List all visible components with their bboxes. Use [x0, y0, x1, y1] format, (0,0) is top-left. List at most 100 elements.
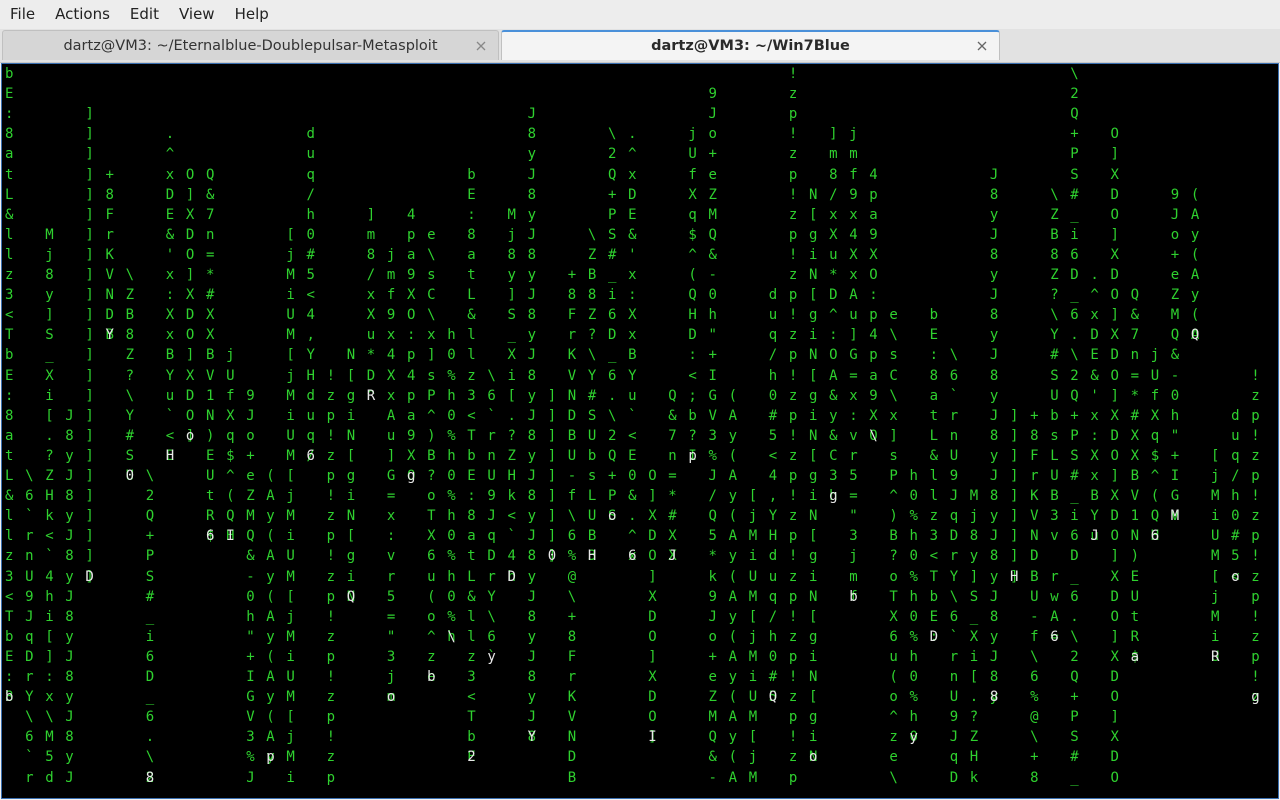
- matrix-glyph: p: [326, 528, 336, 545]
- matrix-glyph: i: [45, 608, 54, 625]
- matrix-glyph: z: [788, 267, 798, 283]
- matrix-glyph: \: [1070, 347, 1079, 364]
- matrix-glyph: O: [1110, 126, 1119, 143]
- matrix-glyph: H: [45, 488, 54, 505]
- matrix-glyph: 3: [386, 648, 396, 665]
- matrix-glyph: Z: [246, 488, 255, 505]
- terminal-view[interactable]: b E:8 a t L & l l z 3 < Tb E:8 a t L & l l z 3 < Tb E:8 b \ 6 ` r n U 9…: [1, 63, 1279, 799]
- matrix-glyph: z: [1251, 387, 1260, 404]
- matrix-glyph: q: [768, 588, 778, 605]
- matrix-glyph: D: [567, 749, 577, 766]
- matrix-glyph: #: [206, 287, 215, 304]
- matrix-glyph: 8: [989, 608, 999, 625]
- matrix-glyph: 8: [989, 669, 999, 685]
- matrix-glyph: e: [889, 307, 898, 324]
- matrix-glyph: X: [869, 407, 878, 424]
- matrix-glyph: A: [728, 407, 738, 424]
- matrix-glyph: 9: [949, 468, 959, 484]
- matrix-glyph: y: [728, 548, 738, 565]
- matrix-glyph: t: [929, 407, 939, 424]
- matrix-glyph: 8: [527, 126, 537, 143]
- matrix-glyph: N: [346, 347, 356, 364]
- matrix-glyph: \: [1050, 186, 1059, 203]
- matrix-glyph: :: [628, 287, 637, 304]
- matrix-glyph: D: [1110, 267, 1119, 283]
- matrix-glyph: V: [567, 709, 577, 726]
- matrix-glyph: :: [45, 669, 54, 685]
- menu-actions[interactable]: Actions: [45, 0, 120, 29]
- matrix-glyph: ]: [547, 488, 557, 505]
- matrix-glyph: `: [628, 407, 637, 424]
- matrix-glyph: j: [286, 367, 295, 384]
- matrix-glyph: p: [869, 347, 878, 364]
- matrix-glyph: [: [346, 447, 356, 464]
- matrix-glyph: M: [45, 729, 54, 746]
- matrix-glyph: @: [567, 568, 577, 585]
- matrix-glyph: ]: [85, 387, 94, 404]
- matrix-glyph: z: [326, 387, 336, 404]
- matrix-glyph: R: [206, 508, 215, 525]
- matrix-glyph: :: [869, 287, 878, 304]
- matrix-glyph: y: [989, 447, 999, 464]
- matrix-glyph: M: [507, 206, 516, 223]
- matrix-glyph: 6: [608, 367, 617, 384]
- matrix-glyph: p: [788, 648, 798, 665]
- matrix-glyph: Q: [1150, 508, 1160, 525]
- matrix-glyph: J: [527, 648, 537, 665]
- matrix-glyph: i: [809, 648, 818, 665]
- matrix-glyph: E: [467, 468, 476, 484]
- menu-file[interactable]: File: [0, 0, 45, 29]
- matrix-glyph: y: [527, 568, 537, 585]
- close-icon[interactable]: [975, 39, 989, 53]
- matrix-glyph: A: [829, 367, 838, 384]
- matrix-glyph: ,: [306, 327, 315, 344]
- matrix-glyph: x: [1090, 468, 1099, 484]
- matrix-glyph: A: [266, 488, 275, 505]
- matrix-glyph: ': [165, 246, 175, 263]
- matrix-glyph: 1: [206, 387, 215, 404]
- matrix-glyph: 0: [447, 468, 456, 484]
- matrix-glyph: ]: [1110, 226, 1119, 243]
- matrix-glyph: s: [889, 347, 898, 364]
- matrix-glyph: V: [567, 367, 577, 384]
- tab-eternalblue[interactable]: dartz@VM3: ~/Eternalblue-Doublepulsar-Me…: [2, 30, 499, 60]
- matrix-glyph: s: [427, 367, 436, 384]
- matrix-glyph: -: [708, 769, 717, 786]
- matrix-glyph: i: [286, 528, 295, 545]
- matrix-glyph: ]: [85, 186, 94, 203]
- menu-edit[interactable]: Edit: [120, 0, 169, 29]
- matrix-glyph: U: [1030, 588, 1039, 605]
- matrix-glyph: Q: [145, 508, 155, 525]
- matrix-glyph: x: [628, 166, 637, 183]
- matrix-glyph: z: [5, 548, 14, 565]
- matrix-glyph: F: [567, 307, 577, 324]
- matrix-glyph: .: [969, 689, 979, 706]
- matrix-glyph: (: [728, 689, 738, 706]
- matrix-glyph: _: [1070, 206, 1079, 223]
- matrix-glyph: =: [206, 246, 215, 263]
- matrix-glyph: k: [969, 769, 979, 786]
- matrix-glyph: +: [1170, 447, 1180, 464]
- matrix-glyph: 6: [1070, 307, 1079, 324]
- matrix-glyph: r: [567, 327, 577, 344]
- matrix-glyph: !: [788, 186, 798, 203]
- matrix-head-glyph: 6: [1150, 528, 1160, 545]
- matrix-head-glyph: Q: [768, 689, 778, 706]
- menu-help[interactable]: Help: [225, 0, 279, 29]
- matrix-glyph: z: [929, 508, 939, 525]
- tab-win7blue[interactable]: dartz@VM3: ~/Win7Blue: [501, 30, 1000, 60]
- matrix-glyph: r: [487, 568, 496, 585]
- matrix-glyph: \: [487, 367, 496, 384]
- matrix-glyph: \: [587, 347, 597, 364]
- matrix-glyph: i: [748, 548, 758, 565]
- matrix-glyph: j: [969, 508, 979, 525]
- matrix-glyph: !: [1251, 488, 1260, 505]
- close-icon[interactable]: [474, 39, 488, 53]
- matrix-glyph: D: [1110, 669, 1119, 685]
- matrix-glyph: D: [1030, 548, 1039, 565]
- menu-view[interactable]: View: [169, 0, 225, 29]
- matrix-glyph: X: [185, 287, 195, 304]
- matrix-glyph: p: [1251, 648, 1260, 665]
- matrix-glyph: Q: [1170, 327, 1180, 344]
- matrix-glyph: B: [206, 347, 215, 364]
